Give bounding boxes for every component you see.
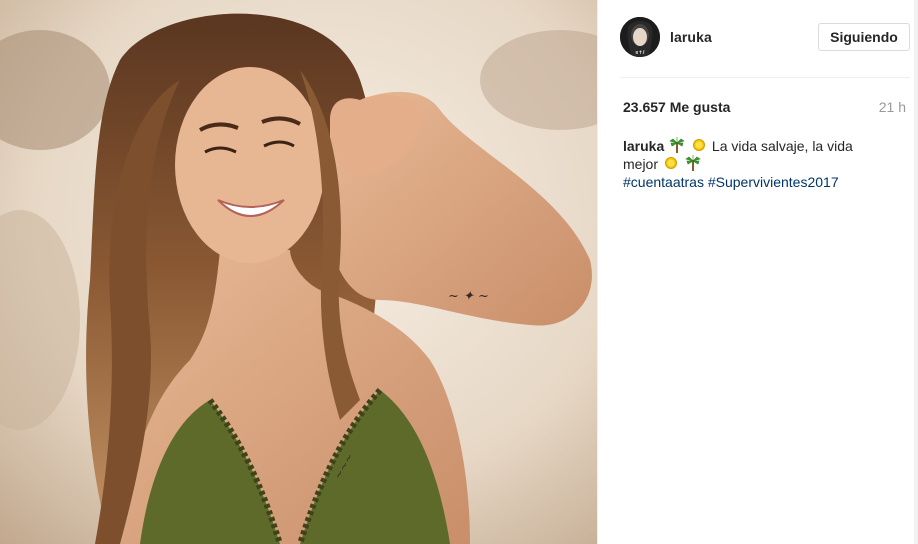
svg-text:~ ✦ ~: ~ ✦ ~: [448, 289, 489, 304]
username[interactable]: laruka: [670, 29, 712, 45]
sun-icon: [691, 137, 707, 153]
caption-text-a: La vida salvaje, la vida: [711, 138, 853, 154]
hashtag-link[interactable]: #Supervivientes2017: [708, 174, 839, 190]
instagram-post-view: ~ ✦ ~ ~~~ ʙ✝ℓ laruka Siguiendo 23.657 Me…: [0, 0, 918, 544]
post-caption: laruka La vida salvaje, la vida mejor #c…: [623, 137, 873, 191]
photo-illustration: ~ ✦ ~ ~~~: [0, 0, 597, 544]
svg-text:ʙ✝ℓ: ʙ✝ℓ: [635, 50, 644, 56]
post-photo[interactable]: ~ ✦ ~ ~~~: [0, 0, 597, 544]
palm-tree-icon: [669, 137, 685, 153]
avatar-image-icon: ʙ✝ℓ: [620, 17, 660, 57]
post-header: ʙ✝ℓ laruka Siguiendo: [620, 17, 910, 61]
post-time[interactable]: 21 h: [879, 99, 906, 115]
hashtag-link[interactable]: #cuentaatras: [623, 174, 704, 190]
palm-tree-icon: [685, 155, 701, 171]
caption-text-b: mejor: [623, 156, 659, 172]
post-sidebar: ʙ✝ℓ laruka Siguiendo 23.657 Me gusta 21 …: [597, 0, 918, 544]
sun-icon: [663, 155, 679, 171]
likes-count[interactable]: 23.657 Me gusta: [623, 99, 730, 115]
header-divider: [620, 77, 910, 78]
scrollbar[interactable]: [914, 0, 918, 544]
caption-username[interactable]: laruka: [623, 138, 664, 154]
following-button[interactable]: Siguiendo: [818, 23, 910, 51]
avatar[interactable]: ʙ✝ℓ: [620, 17, 660, 57]
